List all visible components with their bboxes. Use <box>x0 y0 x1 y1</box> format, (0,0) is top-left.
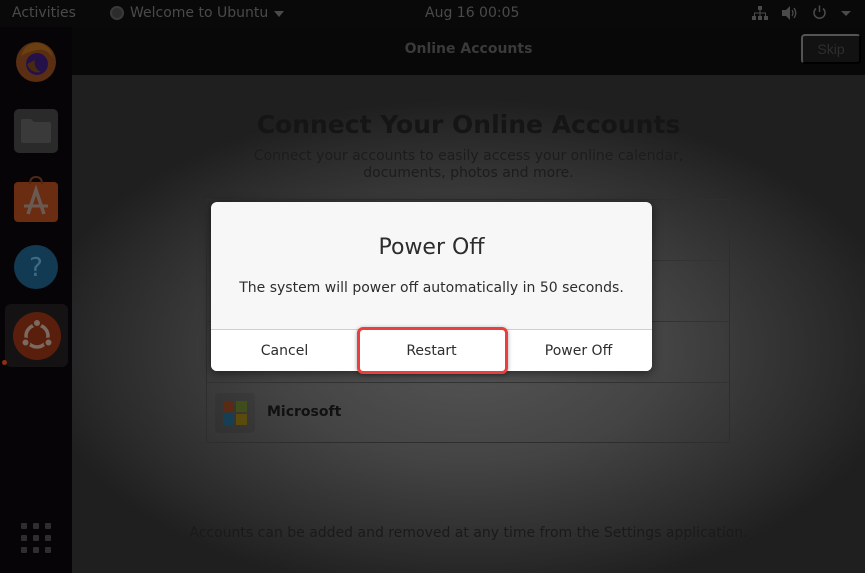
dock-item-firefox[interactable] <box>10 35 62 87</box>
top-bar: Activities Welcome to Ubuntu Aug 16 00:0… <box>0 0 865 27</box>
account-label: Microsoft <box>267 404 342 420</box>
dialog-title: Power Off <box>378 235 485 260</box>
network-icon[interactable] <box>752 5 768 20</box>
ubuntu-app-icon <box>110 6 124 20</box>
dock: ? <box>0 27 72 573</box>
skip-button[interactable]: Skip <box>801 34 861 64</box>
app-menu[interactable]: Welcome to Ubuntu <box>110 5 285 21</box>
apps-grid-icon[interactable] <box>21 523 53 555</box>
clock[interactable]: Aug 16 00:05 <box>425 5 519 21</box>
power-off-button[interactable]: Power Off <box>505 330 652 371</box>
window-title: Online Accounts <box>404 41 533 57</box>
system-tray[interactable] <box>752 5 851 20</box>
ubuntu-icon <box>12 311 61 360</box>
footnote: Accounts can be added and removed at any… <box>189 525 748 541</box>
help-icon: ? <box>14 245 58 289</box>
power-off-dialog: Power Off The system will power off auto… <box>211 202 652 371</box>
volume-icon[interactable] <box>782 5 798 20</box>
restart-button[interactable]: Restart <box>358 330 505 371</box>
dock-item-ubuntu-software[interactable] <box>10 173 62 225</box>
header-bar: Online Accounts Skip <box>72 27 865 75</box>
microsoft-icon <box>215 393 255 433</box>
svg-text:?: ? <box>29 253 43 283</box>
system-menu-caret-icon[interactable] <box>841 9 851 17</box>
power-icon[interactable] <box>812 5 827 20</box>
cancel-button[interactable]: Cancel <box>211 330 358 371</box>
firefox-icon <box>16 42 56 82</box>
software-icon <box>14 175 58 222</box>
dialog-message: The system will power off automatically … <box>239 280 624 296</box>
dock-item-help[interactable]: ? <box>10 241 62 293</box>
page-subheading: Connect your accounts to easily access y… <box>253 148 684 181</box>
activities-button[interactable]: Activities <box>12 5 76 21</box>
files-icon <box>14 109 58 153</box>
account-row-microsoft[interactable]: Microsoft <box>207 383 729 444</box>
chevron-down-icon <box>274 11 285 17</box>
dock-item-welcome-to-ubuntu[interactable] <box>5 304 68 367</box>
dialog-button-row: Cancel Restart Power Off <box>211 329 652 371</box>
running-indicator <box>2 360 7 365</box>
page-heading: Connect Your Online Accounts <box>256 110 681 139</box>
app-menu-label: Welcome to Ubuntu <box>130 5 269 21</box>
dock-item-files[interactable] <box>10 105 62 157</box>
